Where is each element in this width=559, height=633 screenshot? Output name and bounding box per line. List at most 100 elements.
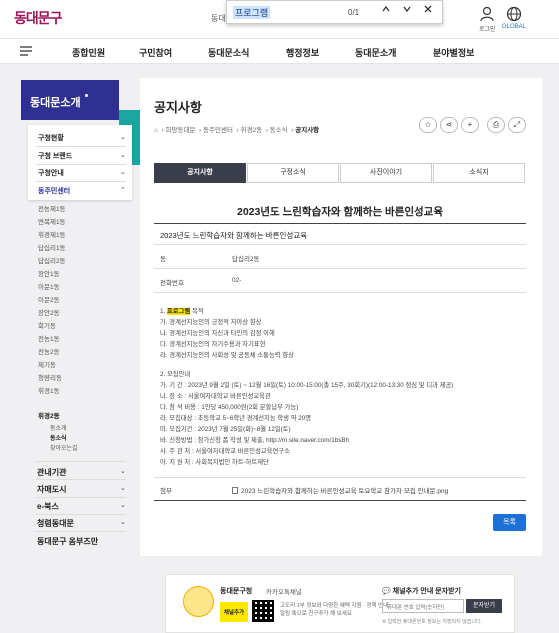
dong-item[interactable]: 제기동 bbox=[38, 359, 56, 369]
mascot-image bbox=[183, 586, 214, 617]
body-line: 라. 모집대상 : 초등학교 5~6학년 경계선지능 학생 약 20명 bbox=[160, 415, 312, 422]
sidebar-item-institutions[interactable]: 관내기관 bbox=[37, 467, 66, 478]
dong-item[interactable]: 전농2동 bbox=[38, 346, 60, 356]
tab-notice[interactable]: 공지사항 bbox=[154, 163, 246, 183]
tab-photo-story[interactable]: 사진이야기 bbox=[340, 163, 432, 183]
breadcrumb-current: 공지사항 bbox=[295, 127, 320, 134]
banner-title: 동대문구청 bbox=[220, 588, 253, 595]
dong-item[interactable]: 회기동 bbox=[38, 320, 56, 330]
dong-item[interactable]: 답십리2동 bbox=[38, 255, 66, 265]
print-icon: ⎙ bbox=[492, 120, 500, 129]
dong-subitem[interactable]: 찾아오는길 bbox=[50, 443, 78, 452]
breadcrumb-item[interactable]: 휘경2동 bbox=[241, 127, 263, 134]
nav-item-participation[interactable]: 구민참여 bbox=[139, 46, 172, 59]
list-button[interactable]: 목록 bbox=[493, 514, 526, 531]
chevron-down-icon: ⌄ bbox=[120, 485, 126, 492]
dong-item-active[interactable]: 휘경2동 bbox=[38, 410, 60, 420]
dong-item[interactable]: 답십리1동 bbox=[38, 242, 66, 252]
dong-item[interactable]: 전농제1동 bbox=[38, 203, 66, 213]
attachment-filename[interactable]: 2023 느린학습자와 함께하는 바른인성교육 토요학교 참가자 모집 안내문.… bbox=[241, 488, 448, 495]
global-button[interactable]: GLOBAL bbox=[502, 6, 526, 30]
file-icon bbox=[232, 487, 238, 494]
divider bbox=[36, 479, 126, 480]
nav-item-news[interactable]: 동대문소식 bbox=[208, 46, 249, 59]
divider bbox=[154, 268, 526, 269]
find-input[interactable]: 프로그램 bbox=[233, 6, 271, 19]
dong-item[interactable]: 청량리동 bbox=[38, 372, 62, 382]
menu-icon[interactable] bbox=[20, 45, 32, 59]
tab-district-news[interactable]: 구정소식 bbox=[247, 163, 339, 183]
kakao-banner: 동대문구청 카카오톡채널 채널추가 고도리 1부 정보와 다양한 혜택 지원 ·… bbox=[165, 574, 515, 633]
divider bbox=[36, 146, 126, 147]
phone-label: 전화번호 bbox=[160, 280, 184, 287]
dong-item[interactable]: 휘경제1동 bbox=[38, 229, 66, 239]
bookmark-button[interactable]: ☆ bbox=[419, 117, 437, 133]
send-sms-button[interactable]: 문자받기 bbox=[466, 599, 502, 613]
nav-item-field[interactable]: 분야별정보 bbox=[433, 46, 474, 59]
divider bbox=[154, 477, 526, 478]
dong-item[interactable]: 이문2동 bbox=[38, 294, 60, 304]
nav-item-about[interactable]: 동대문소개 bbox=[355, 46, 396, 59]
close-icon bbox=[424, 5, 432, 13]
body-section-2: 2. 모집안내 bbox=[160, 371, 191, 378]
sidebar-item-guide[interactable]: 구청안내 bbox=[38, 168, 64, 178]
divider bbox=[36, 497, 126, 498]
chevron-down-icon: ⌄ bbox=[120, 134, 126, 141]
body-section-1: 1. 프로그램 목적 bbox=[160, 306, 204, 315]
sidebar-item-brand[interactable]: 구청 브랜드 bbox=[38, 151, 72, 161]
sms-title: 💬 채널추가 안내 문자받기 bbox=[382, 586, 461, 596]
find-close-button[interactable] bbox=[420, 4, 436, 20]
header-partial-text: 동대 bbox=[211, 14, 226, 23]
sidebar-item-dong-center[interactable]: 동주민센터 bbox=[38, 186, 70, 196]
chevron-up-icon: ⌃ bbox=[120, 187, 126, 194]
dong-subitem-active[interactable]: 동소식 bbox=[50, 433, 67, 442]
find-prev-button[interactable] bbox=[378, 4, 394, 20]
home-icon[interactable]: ⌂ bbox=[154, 127, 158, 134]
dong-item[interactable]: 장안2동 bbox=[38, 307, 60, 317]
sidebar-item-integrity[interactable]: 청렴동대문 bbox=[37, 518, 74, 529]
divider bbox=[154, 500, 526, 501]
body-line: 마. 모집기간 : 2023년 7월 25일(화)~8월 12일(토) bbox=[160, 426, 291, 433]
login-button[interactable]: 로그인 bbox=[479, 6, 496, 33]
more-button[interactable]: + bbox=[461, 117, 479, 133]
post-subject: 2023년도 느린학습자와 함께하는 바른인성교육 bbox=[160, 231, 308, 240]
breadcrumb-item[interactable]: 동주민센터 bbox=[203, 127, 233, 134]
chevron-down-icon: ⌄ bbox=[120, 468, 126, 475]
sidebar-title: 동대문소개 bbox=[21, 80, 119, 120]
dong-item[interactable]: 전농1동 bbox=[38, 333, 60, 343]
attach-label: 첨부 bbox=[160, 488, 172, 495]
nav-item-admin[interactable]: 행정정보 bbox=[286, 46, 319, 59]
sidebar-item-status[interactable]: 구청현황 bbox=[38, 133, 64, 143]
dong-item[interactable]: 면목제1동 bbox=[38, 216, 66, 226]
find-next-button[interactable] bbox=[399, 4, 415, 20]
tab-newsletter[interactable]: 소식지 bbox=[433, 163, 525, 183]
expand-button[interactable]: ⤢ bbox=[508, 117, 526, 133]
sidebar-item-ombudsman[interactable]: 동대문구 옴부즈만 bbox=[37, 536, 98, 547]
sidebar-title-text: 동대문소개 bbox=[30, 97, 81, 109]
dong-item[interactable]: 이문1동 bbox=[38, 281, 60, 291]
divider bbox=[36, 181, 126, 182]
print-button[interactable]: ⎙ bbox=[487, 117, 505, 133]
divider bbox=[154, 223, 526, 224]
site-logo[interactable]: 동대문구 bbox=[14, 8, 63, 28]
section-number: 1. bbox=[160, 308, 166, 315]
share-icon: ⋖ bbox=[445, 120, 453, 129]
dong-item[interactable]: 장안1동 bbox=[38, 268, 60, 278]
channel-add-button[interactable]: 채널추가 bbox=[220, 602, 248, 622]
sidebar-item-sister-cities[interactable]: 자매도시 bbox=[37, 484, 66, 495]
body-line: 가. 기 간 : 2023년 9월 2일 (토) ~ 12월 16일(토) 10… bbox=[160, 382, 454, 389]
dong-subitem[interactable]: 동소개 bbox=[50, 423, 67, 432]
breadcrumb-item[interactable]: 동소식 bbox=[270, 127, 288, 134]
dong-item[interactable]: 휘경1동 bbox=[38, 385, 60, 395]
phone-input[interactable]: 휴대폰 번호 입력(숫자만) bbox=[382, 599, 464, 613]
sms-title-text: 채널추가 안내 문자받기 bbox=[392, 588, 461, 595]
share-button[interactable]: ⋖ bbox=[440, 117, 458, 133]
section-heading: 목적 bbox=[191, 308, 204, 315]
attachment-link[interactable]: 2023 느린학습자와 함께하는 바른인성교육 토요학교 참가자 모집 안내문.… bbox=[232, 485, 448, 495]
title-dot bbox=[85, 94, 88, 97]
tab-bar: 공지사항 구정소식 사진이야기 소식지 bbox=[154, 163, 526, 183]
body-line: 아. 지 원 처 : 사회복지법인 하트-하트재단 bbox=[160, 459, 269, 466]
breadcrumb-item[interactable]: 희망동대문 bbox=[166, 127, 196, 134]
nav-item-civil[interactable]: 종합민원 bbox=[72, 46, 105, 59]
sidebar-item-ebooks[interactable]: e-북스 bbox=[37, 501, 59, 512]
